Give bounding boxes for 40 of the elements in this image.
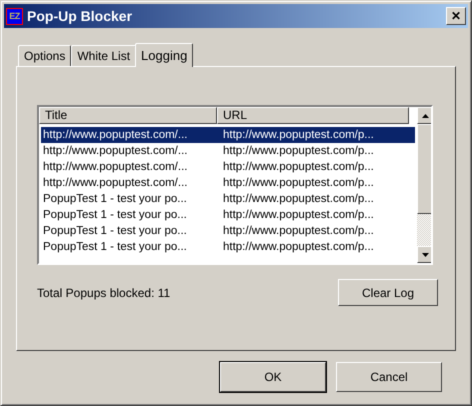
table-cell-text: http://www.popuptest.com/p... (222, 208, 375, 223)
scroll-thumb[interactable] (417, 124, 431, 214)
table-cell-text: http://www.popuptest.com/p... (222, 176, 375, 191)
dialog-button[interactable]: Cancel (336, 362, 442, 392)
table-cell-text: http://www.popuptest.com/p... (222, 160, 375, 175)
table-cell-text: http://www.popuptest.com/... (42, 128, 188, 143)
list-row[interactable]: http://www.popuptest.com/... http://www.popuptest.com/p... (41, 127, 415, 143)
table-cell-text: PopupTest 1 - test your po... (42, 208, 188, 223)
table-cell-text: PopupTest 1 - test your po... (42, 192, 188, 207)
dialog-button[interactable]: OK (220, 362, 326, 392)
tab[interactable]: White List (71, 45, 136, 66)
app-logo: EZ (6, 8, 23, 24)
table-cell-text: http://www.popuptest.com/p... (222, 144, 375, 159)
table-cell-text: http://www.popuptest.com/p... (222, 192, 375, 207)
table-cell-text: http://www.popuptest.com/... (42, 160, 188, 175)
list-row[interactable]: PopupTest 1 - test your po... http://www.popuptest.com/p... (41, 239, 415, 255)
list-row[interactable]: PopupTest 1 - test your po... http://www.popuptest.com/p... (41, 207, 415, 223)
list-row[interactable]: http://www.popuptest.com/... http://www.popuptest.com/p... (41, 175, 415, 191)
tab[interactable]: Options (18, 45, 72, 66)
table-cell-text: http://www.popuptest.com/... (42, 176, 188, 191)
total-blocked-label: Total Popups blocked: 11 (37, 286, 170, 300)
window-title: Pop-Up Blocker (27, 8, 134, 24)
table-cell-text: http://www.popuptest.com/p... (222, 224, 375, 239)
column-header[interactable]: Title (39, 107, 217, 124)
table-cell-text: http://www.popuptest.com/p... (222, 128, 375, 143)
list-row[interactable]: http://www.popuptest.com/... http://www.popuptest.com/p... (41, 143, 415, 159)
close-button[interactable]: ✕ (446, 7, 466, 25)
table-cell-text: http://www.popuptest.com/p... (222, 240, 375, 255)
list-row[interactable]: PopupTest 1 - test your po... http://www.popuptest.com/p... (41, 191, 415, 207)
list-row[interactable]: http://www.popuptest.com/... http://www.popuptest.com/p... (41, 159, 415, 175)
column-header[interactable]: URL (217, 107, 409, 124)
list-row[interactable]: PopupTest 1 - test your po... http://www.popuptest.com/p... (41, 223, 415, 239)
scroll-up-icon[interactable] (417, 107, 431, 124)
scrollbar[interactable] (417, 107, 431, 263)
table-cell-text: PopupTest 1 - test your po... (42, 240, 188, 255)
table-cell-text: PopupTest 1 - test your po... (42, 224, 188, 239)
table-cell-text: http://www.popuptest.com/... (42, 144, 188, 159)
clear-log-button[interactable]: Clear Log (338, 279, 438, 306)
scroll-down-icon[interactable] (417, 246, 431, 263)
tab[interactable]: Logging (135, 43, 194, 67)
